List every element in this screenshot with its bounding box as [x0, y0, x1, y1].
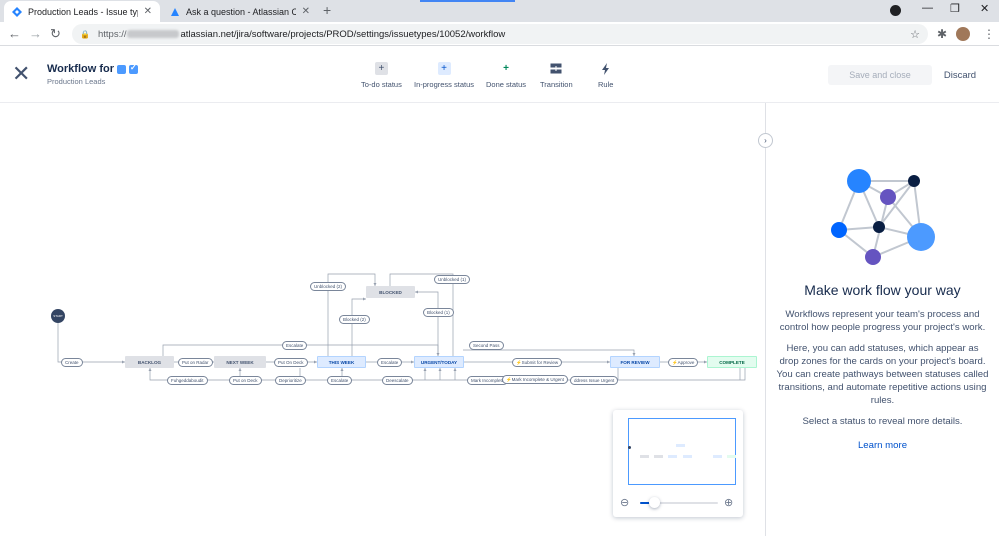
restore-icon[interactable]: ❐ — [950, 2, 960, 15]
panel-title: Make work flow your way — [804, 282, 961, 298]
pill-label: Approve — [677, 360, 695, 365]
status-next-week[interactable]: NEXT WEEK — [214, 356, 266, 368]
learn-more-link[interactable]: Learn more — [766, 440, 999, 451]
transition-deprioritize[interactable]: Deprioritize — [275, 376, 306, 385]
network-illustration — [831, 169, 935, 265]
transition-blocked-1[interactable]: Blocked (1) — [423, 308, 454, 317]
extensions-puzzle-icon[interactable]: ✱ — [937, 27, 947, 41]
status-urgent-today[interactable]: URGENT/TODAY — [414, 356, 464, 368]
transition-approve[interactable]: ⚡ Approve — [668, 358, 699, 367]
minimap-node — [640, 455, 649, 458]
minimap-node — [654, 455, 663, 458]
zoom-in-icon[interactable]: ⊕ — [724, 496, 733, 509]
transition-mark-incomplete-urgent[interactable]: ⚡ Mark Incomplete & Urgent — [502, 375, 568, 384]
minimap-node — [676, 444, 685, 447]
minimap-node — [683, 455, 692, 458]
save-and-close-button[interactable]: Save and close — [828, 65, 932, 85]
minimize-icon[interactable]: — — [922, 2, 933, 14]
transition-put-on-deck-2[interactable]: Put on Deck — [229, 376, 262, 385]
panel-divider — [765, 103, 766, 536]
panel-paragraph: Select a status to reveal more details. — [802, 416, 963, 427]
transition-put-on-radar[interactable]: Put on Radar — [178, 358, 213, 367]
minimap-node — [668, 455, 677, 458]
transition-escalate-bottom[interactable]: Escalate — [327, 376, 353, 385]
transition-second-pass[interactable]: Second Pass — [469, 341, 504, 350]
minimap-start-node — [628, 446, 631, 449]
profile-icon[interactable] — [890, 5, 901, 16]
pill-label: Mark Incomplete & Urgent — [511, 377, 564, 382]
minimap-viewport[interactable] — [628, 418, 736, 485]
transition-blocked-2[interactable]: Blocked (2) — [339, 315, 370, 324]
browser-menu-icon[interactable]: ⋮ — [983, 27, 995, 41]
zoom-out-icon[interactable]: ⊖ — [620, 496, 629, 509]
transition-escalate[interactable]: Escalate — [377, 358, 403, 367]
status-for-review[interactable]: FOR REVIEW — [610, 356, 660, 368]
minimap[interactable]: ⊖ ⊕ — [613, 410, 743, 517]
minimap-node — [713, 455, 722, 458]
transition-put-on-deck[interactable]: Put On Deck — [274, 358, 308, 367]
transition-submit-for-review[interactable]: ⚡ Submit for Review — [512, 358, 563, 367]
close-window-icon[interactable]: ✕ — [980, 2, 989, 15]
bookmark-star-icon[interactable]: ☆ — [910, 28, 920, 41]
chevron-right-icon: › — [764, 136, 767, 145]
discard-button[interactable]: Discard — [938, 65, 982, 85]
user-avatar[interactable] — [956, 27, 970, 41]
transition-escalate-top[interactable]: Escalate — [282, 341, 308, 350]
transition-address-issue-urgent[interactable]: ddress Issue Urgent — [570, 376, 619, 385]
pill-label: Submit for Review — [521, 360, 559, 365]
panel-paragraph: Here, you can add statuses, which appear… — [776, 343, 989, 406]
transition-deescalate[interactable]: Deescalate — [382, 376, 413, 385]
transition-unblocked-2[interactable]: Unblocked (2) — [310, 282, 347, 291]
status-complete[interactable]: COMPLETE — [707, 356, 757, 368]
transition-fuhgeddaboudit[interactable]: Fuhgeddaboudit — [167, 376, 208, 385]
transition-unblocked-1[interactable]: Unblocked (1) — [434, 275, 471, 284]
collapse-panel-button[interactable]: › — [758, 133, 773, 148]
status-blocked[interactable]: BLOCKED — [366, 286, 415, 298]
status-backlog[interactable]: BACKLOG — [125, 356, 174, 368]
transition-create[interactable]: Create — [61, 358, 83, 367]
status-this-week[interactable]: THIS WEEK — [317, 356, 366, 368]
panel-paragraph: Workflows represent your team's process … — [779, 309, 986, 333]
start-node[interactable]: START — [51, 309, 65, 323]
minimap-node — [727, 455, 736, 458]
zoom-slider-handle[interactable] — [648, 497, 660, 508]
